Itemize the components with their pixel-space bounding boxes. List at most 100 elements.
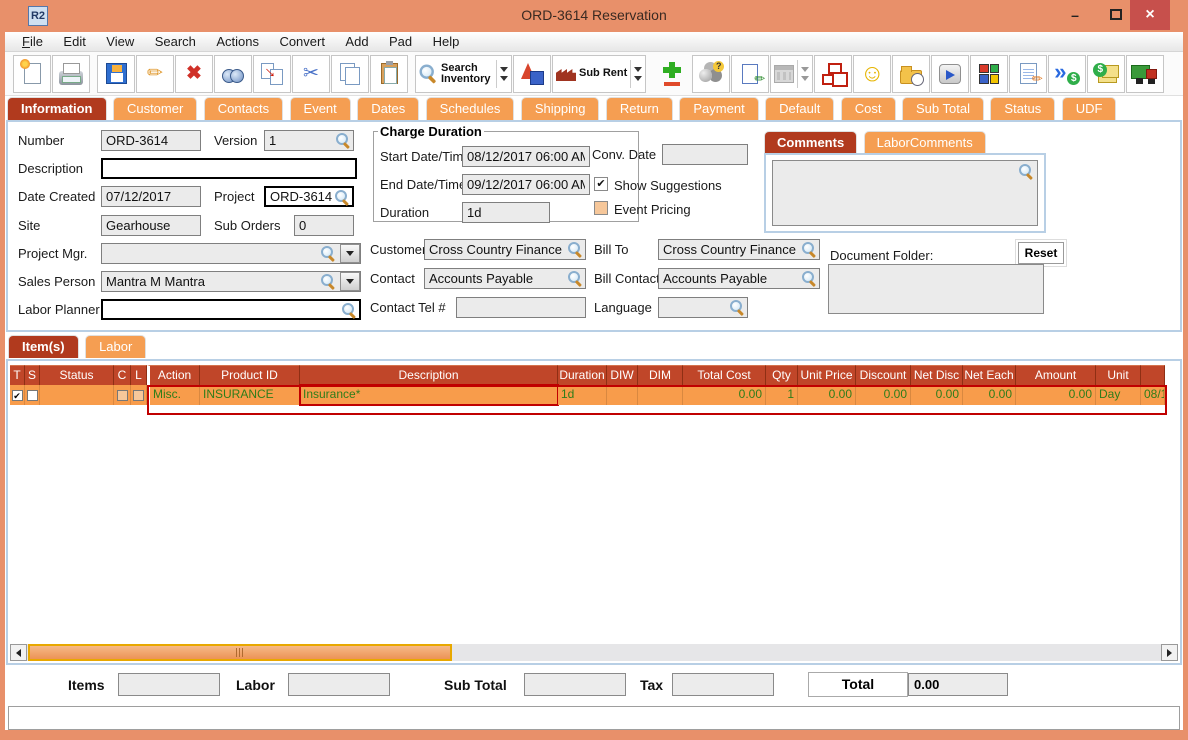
labor-planner-field[interactable] xyxy=(101,299,361,320)
show-suggestions-checkbox[interactable]: ✔ xyxy=(594,177,608,191)
sales-person-lookup-icon[interactable] xyxy=(321,274,336,289)
col-header-product-id[interactable]: Product ID xyxy=(200,365,300,385)
row-cell-amount[interactable]: 0.00 xyxy=(1016,385,1096,405)
row-cell-date[interactable]: 08/1 xyxy=(1141,385,1165,405)
row-cell-discount[interactable]: 0.00 xyxy=(856,385,911,405)
tab-shipping[interactable]: Shipping xyxy=(520,97,600,120)
col-header-l[interactable]: L xyxy=(131,365,147,385)
description-field[interactable] xyxy=(101,158,357,179)
project-mgr-dropdown[interactable] xyxy=(340,244,360,263)
l-checkbox[interactable] xyxy=(133,389,144,401)
col-header-duration[interactable]: Duration xyxy=(558,365,607,385)
table-row[interactable]: ✔ Misc. INSURANCE Insurance* 1d 0.00 1 0… xyxy=(10,384,1165,406)
col-header-qty[interactable]: Qty xyxy=(766,365,798,385)
menu-item-add[interactable]: Add xyxy=(337,32,376,52)
col-header-net-disc[interactable]: Net Disc xyxy=(911,365,963,385)
row-cell-t[interactable]: ✔ xyxy=(10,385,25,405)
shipping-button[interactable] xyxy=(1126,54,1165,93)
search-inventory-button[interactable]: Search Inventory xyxy=(415,54,512,93)
tab-information[interactable]: Information xyxy=(7,97,107,120)
version-lookup-icon[interactable] xyxy=(336,133,351,148)
c-checkbox[interactable] xyxy=(116,389,128,401)
tab-udf[interactable]: UDF xyxy=(1061,97,1117,120)
comments-lookup-icon[interactable] xyxy=(1019,164,1034,179)
notes-button[interactable] xyxy=(731,54,770,93)
start-datetime-field[interactable]: 08/12/2017 06:00 AM xyxy=(462,146,590,167)
crew-button[interactable]: ☺ xyxy=(853,54,892,93)
col-header-date[interactable] xyxy=(1141,365,1165,385)
labor-planner-lookup-icon[interactable] xyxy=(342,303,357,318)
row-cell-status[interactable] xyxy=(40,385,114,405)
paste-button[interactable] xyxy=(370,54,408,93)
bill-contact-field[interactable]: Accounts Payable xyxy=(658,268,820,289)
tab-sub-total[interactable]: Sub Total xyxy=(901,97,984,120)
project-mgr-lookup-icon[interactable] xyxy=(321,246,336,261)
reset-button[interactable]: Reset xyxy=(1018,242,1064,264)
new-button[interactable] xyxy=(13,54,51,93)
menu-item-pad[interactable]: Pad xyxy=(381,32,420,52)
tab-items[interactable]: Item(s) xyxy=(8,335,79,358)
bill-contact-lookup-icon[interactable] xyxy=(802,271,817,286)
tab-customer[interactable]: Customer xyxy=(112,97,198,120)
tab-labor[interactable]: Labor xyxy=(85,335,147,358)
sales-person-combo[interactable]: Mantra M Mantra xyxy=(101,271,361,292)
tab-schedules[interactable]: Schedules xyxy=(425,97,515,120)
s-checkbox[interactable] xyxy=(26,389,38,401)
row-cell-c[interactable] xyxy=(114,385,131,405)
end-datetime-field[interactable]: 09/12/2017 06:00 AM xyxy=(462,174,590,195)
fill-in-button[interactable] xyxy=(1009,54,1048,93)
row-cell-action[interactable]: Misc. xyxy=(147,385,200,405)
row-cell-product-id[interactable]: INSURANCE xyxy=(200,385,300,405)
col-header-dim[interactable]: DIM xyxy=(638,365,683,385)
copy-button[interactable] xyxy=(331,54,369,93)
contact-tel-field[interactable] xyxy=(456,297,586,318)
customer-lookup-icon[interactable] xyxy=(568,242,583,257)
col-header-amount[interactable]: Amount xyxy=(1016,365,1096,385)
col-header-action[interactable]: Action xyxy=(147,365,200,385)
tab-dates[interactable]: Dates xyxy=(357,97,420,120)
document-folder-textarea[interactable] xyxy=(828,264,1044,314)
col-header-net-each[interactable]: Net Each xyxy=(963,365,1016,385)
bill-to-lookup-icon[interactable] xyxy=(802,242,817,257)
comments-textarea[interactable] xyxy=(772,160,1038,226)
row-cell-l[interactable] xyxy=(131,385,147,405)
transfer-button[interactable]: → xyxy=(253,54,291,93)
edit-button[interactable]: ✏ xyxy=(136,54,174,93)
menu-item-edit[interactable]: Edit xyxy=(55,32,93,52)
tab-payment[interactable]: Payment xyxy=(679,97,759,120)
project-lookup-icon[interactable] xyxy=(335,190,350,205)
col-header-discount[interactable]: Discount xyxy=(856,365,911,385)
tab-event[interactable]: Event xyxy=(289,97,351,120)
close-button[interactable]: × xyxy=(1130,0,1170,30)
history-folder-button[interactable] xyxy=(892,54,931,93)
contact-lookup-icon[interactable] xyxy=(568,271,583,286)
col-header-total-cost[interactable]: Total Cost xyxy=(683,365,766,385)
menu-item-actions[interactable]: Actions xyxy=(208,32,267,52)
tab-return[interactable]: Return xyxy=(605,97,673,120)
calendar-dropdown[interactable] xyxy=(797,59,810,88)
project-mgr-combo[interactable] xyxy=(101,243,361,264)
row-cell-duration[interactable]: 1d xyxy=(558,385,607,405)
shortcut-key-button[interactable] xyxy=(931,54,970,93)
add-line-button[interactable] xyxy=(653,55,691,93)
col-header-c[interactable]: C xyxy=(114,365,131,385)
row-cell-total-cost[interactable]: 0.00 xyxy=(683,385,766,405)
sales-person-dropdown[interactable] xyxy=(340,272,360,291)
customer-field[interactable]: Cross Country Finance xyxy=(424,239,586,260)
tab-cost[interactable]: Cost xyxy=(840,97,896,120)
delete-button[interactable]: ✖ xyxy=(175,54,213,93)
language-lookup-icon[interactable] xyxy=(730,300,745,315)
tab-comments[interactable]: Comments xyxy=(764,131,858,153)
row-cell-net-disc[interactable]: 0.00 xyxy=(911,385,963,405)
invoice-button[interactable] xyxy=(1087,54,1126,93)
row-cell-diw[interactable] xyxy=(607,385,638,405)
maximize-button[interactable] xyxy=(1110,9,1122,20)
sub-rent-button[interactable]: Sub Rent xyxy=(552,54,647,93)
tab-labor-comments[interactable]: LaborComments xyxy=(863,131,986,153)
search-inventory-dropdown[interactable] xyxy=(496,59,508,88)
row-cell-description[interactable]: Insurance* xyxy=(299,384,559,406)
packages-button[interactable] xyxy=(970,54,1009,93)
menu-item-view[interactable]: View xyxy=(98,32,142,52)
cut-button[interactable]: ✂ xyxy=(292,54,330,93)
scrollbar-thumb[interactable] xyxy=(28,644,452,661)
